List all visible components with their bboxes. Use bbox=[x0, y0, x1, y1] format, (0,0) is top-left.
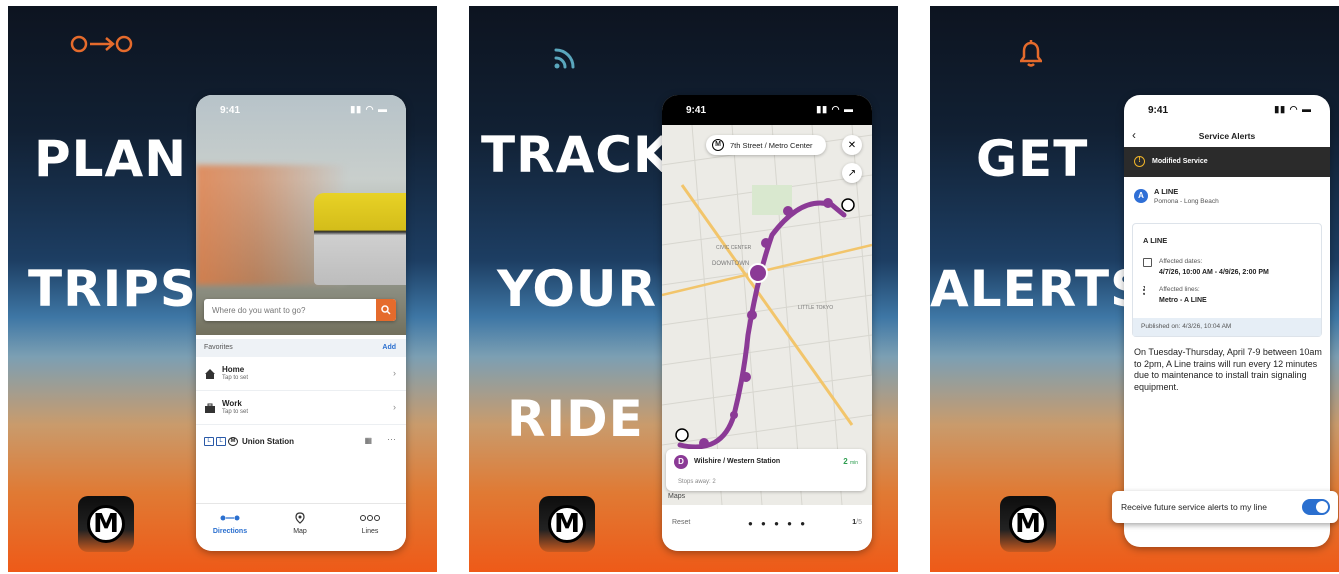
signal-wifi-battery-icons: ▮▮ ◠ ▬ bbox=[350, 104, 388, 114]
station-name: Union Station bbox=[242, 437, 294, 446]
live-signal-icon bbox=[554, 48, 575, 69]
alert-card: A LINE Affected dates: 4/7/26, 10:00 AM … bbox=[1132, 223, 1322, 337]
metro-logo: M bbox=[78, 496, 134, 552]
home-icon bbox=[205, 369, 215, 379]
plan-trips-phone: 9:41 ▮▮ ◠ ▬ Favorites Add Home Tap to se… bbox=[196, 95, 406, 551]
affected-dates: 4/7/26, 10:00 AM - 4/9/26, 2:00 PM bbox=[1159, 269, 1269, 276]
page-title: Service Alerts bbox=[1198, 131, 1256, 141]
page-counter: 1/5 bbox=[852, 519, 862, 526]
line-a-badge: A bbox=[1134, 189, 1148, 203]
status-bar: 9:41 ▮▮ ◠ ▬ bbox=[220, 104, 388, 116]
directions-icon bbox=[220, 515, 240, 521]
metro-logo: M bbox=[539, 496, 595, 552]
map-label: DOWNTOWN bbox=[712, 261, 750, 267]
favorite-home-row[interactable]: Home Tap to set › bbox=[196, 357, 406, 391]
eta: 2 min bbox=[843, 457, 858, 466]
get-alerts-panel: GET ALERTS M 9:41 ▮▮ ◠ ▬ ‹ Service Alert… bbox=[930, 6, 1339, 572]
calendar-icon bbox=[1143, 258, 1152, 267]
line-badge-icon: L bbox=[204, 437, 214, 446]
signal-wifi-battery-icons: ▮▮ ◠ ▬ bbox=[816, 104, 854, 114]
plan-trips-panel: PLAN TRIPS M 9:41 ▮▮ ◠ ▬ Favorites Add H… bbox=[8, 6, 437, 572]
search-button[interactable] bbox=[376, 299, 396, 321]
page-dots: ● ● ● ● ● bbox=[748, 519, 809, 528]
list-icon bbox=[1143, 286, 1152, 295]
track-ride-panel: TRACK YOUR RIDE M 9:41 ▮▮ ◠ ▬ CIVIC CENT… bbox=[469, 6, 898, 572]
map-label: LITTLE TOKYO bbox=[798, 305, 834, 311]
close-icon: ✕ bbox=[847, 139, 857, 151]
chevron-right-icon: › bbox=[393, 368, 396, 378]
map-pin-icon bbox=[295, 512, 305, 524]
search-input[interactable] bbox=[204, 299, 376, 321]
map-view[interactable]: CIVIC CENTER DOWNTOWN LITTLE TOKYO bbox=[662, 125, 872, 505]
alerts-phone: 9:41 ▮▮ ◠ ▬ ‹ Service Alerts ! Modified … bbox=[1124, 95, 1330, 547]
stop-name: Wilshire / Western Station bbox=[694, 458, 781, 465]
headline-word-2: YOUR bbox=[497, 260, 658, 318]
favorites-header: Favorites Add bbox=[196, 339, 406, 357]
more-options-icon[interactable]: ··· bbox=[387, 434, 396, 444]
close-button[interactable]: ✕ bbox=[842, 135, 862, 155]
alert-body-text: On Tuesday-Thursday, April 7-9 between 1… bbox=[1134, 347, 1322, 392]
headline-word-1: GET bbox=[976, 130, 1089, 188]
published-date: Published on: 4/3/26, 10:04 AM bbox=[1133, 318, 1321, 336]
tab-lines[interactable]: Lines bbox=[340, 512, 400, 535]
affected-lines: Metro - A LINE bbox=[1159, 297, 1207, 304]
line-badges: L L M bbox=[204, 437, 238, 446]
headline-word-1: PLAN bbox=[34, 130, 188, 188]
line-badge-icon: L bbox=[216, 437, 226, 446]
reset-button[interactable]: Reset bbox=[672, 519, 690, 526]
track-ride-phone: 9:41 ▮▮ ◠ ▬ CIVIC CENTER DOWNTOWN LITTLE… bbox=[662, 95, 872, 551]
alerts-toggle-switch[interactable] bbox=[1302, 499, 1330, 515]
tab-directions[interactable]: Directions bbox=[200, 512, 260, 535]
street-map bbox=[662, 125, 872, 505]
line-d-badge: D bbox=[674, 455, 688, 469]
search-box[interactable] bbox=[204, 299, 396, 321]
metro-icon: M bbox=[712, 139, 724, 151]
tab-map[interactable]: Map bbox=[270, 512, 330, 535]
train-image bbox=[314, 193, 406, 285]
headline-word-1: TRACK bbox=[481, 126, 673, 184]
route-icon: ↗ bbox=[847, 167, 857, 179]
stops-away: Stops away: 2 bbox=[678, 479, 716, 485]
route-button[interactable]: ↗ bbox=[842, 163, 862, 183]
favorite-work-row[interactable]: Work Tap to set › bbox=[196, 391, 406, 425]
tab-bar: Directions Map Lines bbox=[196, 503, 406, 551]
stop-card[interactable]: D Wilshire / Western Station 2 min Stops… bbox=[666, 449, 866, 491]
alert-card-title: A LINE bbox=[1143, 236, 1168, 245]
maps-attribution: Maps bbox=[668, 493, 686, 500]
modified-service-bar: ! Modified Service bbox=[1124, 147, 1330, 177]
metro-logo: M bbox=[1000, 496, 1056, 552]
headline-word-2: ALERTS bbox=[930, 260, 1148, 318]
metro-badge-icon: M bbox=[228, 437, 238, 446]
briefcase-icon bbox=[205, 403, 215, 413]
headline-word-3: RIDE bbox=[507, 390, 644, 448]
lines-icon bbox=[360, 515, 380, 521]
search-icon bbox=[381, 305, 391, 315]
trip-route-icon bbox=[70, 35, 133, 53]
chevron-right-icon: › bbox=[393, 402, 396, 412]
headline-word-2: TRIPS bbox=[28, 260, 197, 318]
bell-icon bbox=[1020, 40, 1042, 67]
status-bar: 9:41 ▮▮ ◠ ▬ bbox=[662, 95, 872, 125]
info-icon: ! bbox=[1134, 156, 1145, 167]
map-label: CIVIC CENTER bbox=[716, 245, 752, 251]
schedule-icon[interactable]: ▦ bbox=[364, 436, 372, 445]
status-bar: 9:41 ▮▮ ◠ ▬ bbox=[1148, 104, 1312, 116]
add-favorite-link[interactable]: Add bbox=[382, 344, 396, 351]
pager-footer: Reset ● ● ● ● ● 1/5 bbox=[662, 505, 872, 551]
saved-station-row[interactable]: L L M Union Station ▦ ··· bbox=[196, 425, 406, 459]
signal-wifi-battery-icons: ▮▮ ◠ ▬ bbox=[1274, 104, 1312, 114]
future-alerts-toggle-row[interactable]: Receive future service alerts to my line bbox=[1112, 491, 1338, 523]
station-pill[interactable]: M 7th Street / Metro Center bbox=[706, 135, 826, 155]
